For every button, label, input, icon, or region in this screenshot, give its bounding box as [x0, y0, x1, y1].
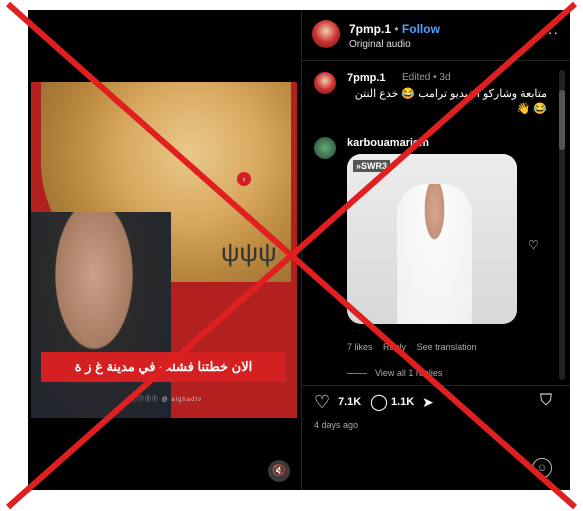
- fact-check-cross-overlay: [6, 1, 577, 510]
